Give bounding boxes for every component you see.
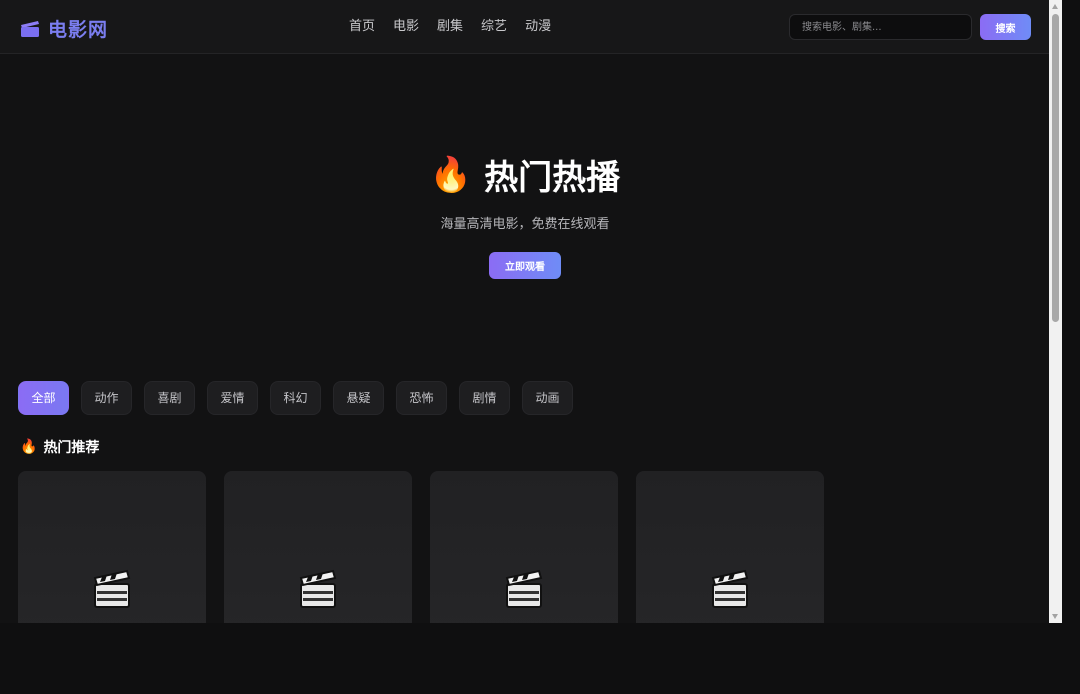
- main-nav: 首页 电影 剧集 综艺 动漫: [340, 17, 560, 37]
- watch-now-button[interactable]: 立即观看: [489, 252, 561, 279]
- site-logo[interactable]: 电影网: [20, 16, 109, 41]
- movie-card[interactable]: [224, 471, 412, 623]
- movie-card[interactable]: [18, 471, 206, 623]
- hero-subtitle: 海量高清电影，免费在线观看: [440, 217, 610, 232]
- page-viewport: 电影网 首页 电影 剧集 综艺 动漫 搜索 🔥 热门热播 海量高清电影，免费在线…: [0, 0, 1062, 623]
- movie-card[interactable]: [636, 471, 824, 623]
- tab-drama[interactable]: 剧情: [459, 381, 510, 415]
- clapperboard-icon: [505, 569, 543, 609]
- top-header: 电影网 首页 电影 剧集 综艺 动漫 搜索: [0, 0, 1062, 54]
- fire-icon: 🔥: [20, 439, 38, 455]
- nav-item-home[interactable]: 首页: [340, 17, 384, 37]
- site-name: 电影网: [48, 18, 109, 41]
- hero-title: 🔥 热门热播: [0, 150, 1050, 199]
- tab-mystery[interactable]: 悬疑: [333, 381, 384, 415]
- section-title-text: 热门推荐: [43, 440, 100, 456]
- clapperboard-icon: [711, 569, 749, 609]
- search-input[interactable]: [789, 14, 972, 40]
- tab-animation[interactable]: 动画: [522, 381, 573, 415]
- movie-card[interactable]: [430, 471, 618, 623]
- tab-scifi[interactable]: 科幻: [270, 381, 321, 415]
- tab-romance[interactable]: 爱情: [207, 381, 258, 415]
- window-bottom-area: [0, 623, 1080, 694]
- movie-card-grid: [18, 471, 824, 623]
- search-button[interactable]: 搜索: [980, 14, 1031, 40]
- scrollbar-thumb[interactable]: [1052, 14, 1059, 322]
- category-tabs: 全部 动作 喜剧 爱情 科幻 悬疑 恐怖 剧情 动画: [18, 381, 573, 415]
- hero-title-text: 热门热播: [484, 158, 621, 198]
- tab-all[interactable]: 全部: [18, 381, 69, 415]
- tab-comedy[interactable]: 喜剧: [144, 381, 195, 415]
- section-heading: 🔥 热门推荐: [20, 437, 99, 457]
- scroll-up-arrow-icon[interactable]: [1052, 4, 1058, 9]
- vertical-scrollbar[interactable]: [1049, 0, 1062, 623]
- nav-item-movies[interactable]: 电影: [384, 17, 428, 37]
- clapperboard-icon: [299, 569, 337, 609]
- clapperboard-icon: [93, 569, 131, 609]
- nav-item-series[interactable]: 剧集: [428, 17, 472, 37]
- scroll-down-arrow-icon[interactable]: [1052, 614, 1058, 619]
- hero-banner: 🔥 热门热播 海量高清电影，免费在线观看 立即观看: [0, 55, 1062, 355]
- tab-horror[interactable]: 恐怖: [396, 381, 447, 415]
- tab-action[interactable]: 动作: [81, 381, 132, 415]
- clapper-logo-icon: [20, 18, 40, 38]
- nav-item-variety[interactable]: 综艺: [472, 17, 516, 37]
- nav-item-anime[interactable]: 动漫: [516, 17, 560, 37]
- fire-icon: 🔥: [429, 154, 473, 195]
